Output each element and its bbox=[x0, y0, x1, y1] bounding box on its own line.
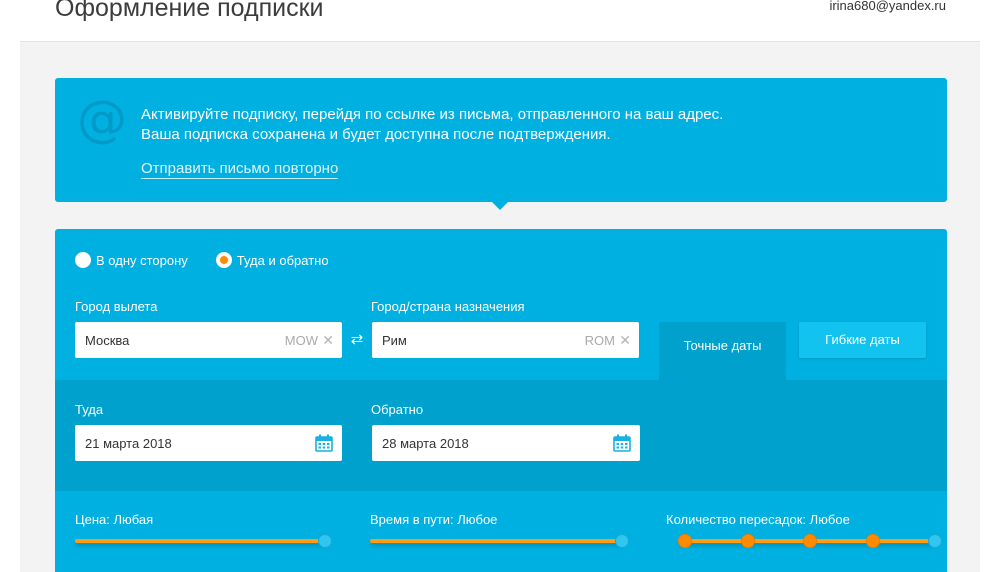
stops-slider[interactable] bbox=[678, 534, 943, 548]
duration-slider-track bbox=[370, 539, 622, 543]
price-slider[interactable] bbox=[75, 534, 333, 548]
destination-value: Рим bbox=[382, 332, 407, 348]
price-slider-track bbox=[75, 539, 325, 543]
tab-flexible-dates[interactable]: Гибкие даты bbox=[799, 322, 926, 358]
banner-text: Активируйте подписку, перейдя по ссылке … bbox=[141, 105, 723, 145]
origin-label: Город вылета bbox=[75, 299, 158, 314]
origin-value: Москва bbox=[85, 332, 130, 348]
duration-slider-handle[interactable] bbox=[615, 534, 629, 548]
trip-type-group: В одну сторону Туда и обратно bbox=[75, 252, 357, 268]
destination-input[interactable]: Рим ROM ✕ bbox=[372, 322, 639, 358]
dates-panel: Туда 21 марта 2018 Обратно 28 марта 2018 bbox=[55, 380, 947, 491]
origin-input[interactable]: Москва MOW ✕ bbox=[75, 322, 342, 358]
origin-clear-icon[interactable]: ✕ bbox=[322, 332, 334, 349]
stops-slider-step[interactable] bbox=[741, 534, 755, 548]
depart-date-value: 21 марта 2018 bbox=[85, 435, 172, 451]
return-date-value: 28 марта 2018 bbox=[382, 435, 469, 451]
stops-slider-step[interactable] bbox=[803, 534, 817, 548]
at-icon: @ bbox=[77, 90, 127, 148]
stops-slider-step[interactable] bbox=[678, 534, 692, 548]
destination-label: Город/страна назначения bbox=[371, 299, 525, 314]
swap-icon[interactable]: ⇄ bbox=[344, 330, 370, 354]
price-slider-handle[interactable] bbox=[318, 534, 332, 548]
user-email[interactable]: irina680@yandex.ru bbox=[829, 0, 946, 13]
page: Оформление подписки irina680@yandex.ru @… bbox=[20, 0, 980, 572]
top-bar: Оформление подписки irina680@yandex.ru bbox=[20, 0, 980, 42]
radio-one-way-dot[interactable] bbox=[75, 252, 91, 268]
return-date-input[interactable]: 28 марта 2018 bbox=[372, 425, 640, 461]
banner-line-1: Активируйте подписку, перейдя по ссылке … bbox=[141, 106, 724, 123]
search-form: В одну сторону Туда и обратно Город выле… bbox=[55, 229, 947, 572]
radio-round-trip[interactable]: Туда и обратно bbox=[215, 252, 329, 268]
duration-slider[interactable] bbox=[370, 534, 630, 548]
resend-email-link[interactable]: Отправить письмо повторно bbox=[141, 160, 339, 179]
return-label: Обратно bbox=[371, 402, 424, 417]
page-title: Оформление подписки bbox=[55, 0, 324, 22]
banner-pointer bbox=[492, 202, 508, 210]
stops-slider-step[interactable] bbox=[866, 534, 880, 548]
origin-code: MOW bbox=[284, 332, 318, 348]
duration-filter-label: Время в пути: Любое bbox=[370, 512, 498, 527]
depart-date-input[interactable]: 21 марта 2018 bbox=[75, 425, 342, 461]
radio-round-trip-label: Туда и обратно bbox=[236, 252, 329, 268]
destination-code: ROM bbox=[584, 332, 615, 348]
radio-one-way-label: В одну сторону bbox=[96, 252, 188, 268]
radio-round-trip-dot[interactable] bbox=[215, 252, 232, 268]
calendar-icon[interactable] bbox=[613, 434, 631, 455]
info-banner: @ Активируйте подписку, перейдя по ссылк… bbox=[55, 78, 947, 210]
stops-filter-label: Количество пересадок: Любое bbox=[666, 512, 850, 527]
price-filter-label: Цена: Любая bbox=[75, 512, 154, 527]
filters-panel: Цена: Любая Время в пути: Любое Количест… bbox=[55, 491, 947, 572]
calendar-icon[interactable] bbox=[315, 434, 333, 455]
depart-label: Туда bbox=[75, 402, 104, 417]
banner-line-2: Ваша подписка сохранена и будет доступна… bbox=[141, 126, 611, 143]
stops-slider-handle[interactable] bbox=[928, 534, 942, 548]
destination-clear-icon[interactable]: ✕ bbox=[619, 332, 631, 349]
radio-one-way[interactable]: В одну сторону bbox=[75, 252, 188, 268]
tab-exact-dates[interactable]: Точные даты bbox=[659, 322, 786, 380]
